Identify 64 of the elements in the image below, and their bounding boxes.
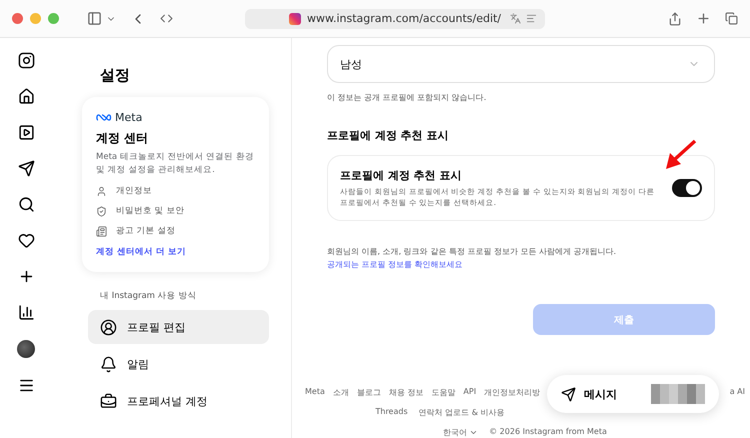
shield-icon: [96, 206, 107, 216]
section-label: 내 Instagram 사용 방식: [100, 290, 198, 302]
instagram-icon: [288, 12, 301, 24]
footer-link[interactable]: Meta: [305, 387, 325, 398]
chevron-icon: [469, 428, 478, 437]
footer-link[interactable]: 개인정보처리방: [484, 387, 540, 398]
card-title: 계정 센터: [96, 130, 150, 147]
pointer-arrow: [664, 138, 698, 172]
instagram-icon[interactable]: [18, 52, 34, 69]
card-item[interactable]: 비밀번호 및 보안: [116, 205, 184, 217]
share-icon[interactable]: [668, 12, 682, 26]
avatar-icon[interactable]: [17, 340, 35, 358]
briefcase-icon: [100, 392, 117, 410]
footer-link[interactable]: 소개: [332, 387, 349, 398]
settings-item[interactable]: 알림: [88, 347, 269, 381]
ad-icon: [96, 226, 107, 236]
address-bar[interactable]: www.instagram.com/accounts/edit/: [245, 8, 545, 28]
footer-link[interactable]: 채용 정보: [388, 387, 424, 398]
card-item[interactable]: 광고 기본 설정: [116, 225, 176, 237]
blurred-avatars: [651, 384, 705, 404]
footer-link[interactable]: API: [463, 387, 476, 398]
toggle-switch[interactable]: [672, 179, 702, 198]
language-select[interactable]: 한국어: [443, 427, 478, 438]
meta-logo-icon: [96, 113, 112, 122]
send-icon: [561, 386, 576, 402]
copyright-text: © 2026 Instagram from Meta: [489, 427, 607, 438]
gender-note: 이 정보는 공개 프로필에 포함되지 않습니다.: [327, 92, 488, 104]
heart-icon[interactable]: [18, 232, 34, 249]
close-button[interactable]: [12, 13, 23, 24]
footer-link[interactable]: 도움말: [431, 387, 456, 398]
card-item[interactable]: 개인정보: [116, 185, 152, 197]
menu-icon[interactable]: [18, 377, 34, 394]
search-icon[interactable]: [18, 196, 34, 213]
gender-select[interactable]: 남성: [327, 45, 715, 84]
footer-link[interactable]: a AI: [730, 387, 745, 398]
sidebar-icon[interactable]: [87, 11, 102, 26]
public-info-note: 회원님의 이름, 소개, 링크와 같은 특정 프로필 정보가 모든 사람에게 공개됩니다. 공개되는 프로필 정보를 확인해보세요: [327, 246, 618, 272]
new-tab-icon[interactable]: [696, 11, 711, 26]
messages-label: 메시지: [584, 386, 618, 402]
chart-icon[interactable]: [18, 304, 34, 321]
footer-link[interactable]: 블로그: [356, 387, 381, 398]
section-heading: 프로필에 계정 추천 표시: [327, 128, 450, 144]
play-icon[interactable]: [18, 124, 34, 141]
accounts-center-link[interactable]: 계정 센터에서 더 보기: [96, 246, 259, 258]
reader-icon[interactable]: [526, 13, 537, 24]
footer-link[interactable]: Threads: [375, 407, 408, 418]
meta-brand: Meta: [115, 111, 142, 124]
tabs-icon[interactable]: [725, 12, 738, 25]
profile-icon: [100, 318, 117, 336]
home-icon[interactable]: [18, 88, 34, 105]
suggestion-title: 프로필에 계정 추천 표시: [340, 168, 462, 184]
footer-link[interactable]: 연락처 업로드 & 비사용: [418, 407, 504, 418]
url-text: www.instagram.com/accounts/edit/: [306, 12, 502, 25]
card-description: Meta 테크놀로지 전반에서 연결된 환경 및 계정 설정을 관리해보세요.: [96, 151, 255, 177]
person-icon: [96, 186, 107, 196]
settings-title: 설정: [100, 66, 131, 85]
bell-icon: [100, 356, 117, 372]
public-info-link[interactable]: 공개되는 프로필 정보를 확인해보세요: [327, 260, 463, 270]
messages-popup[interactable]: 메시지: [547, 375, 719, 413]
settings-item[interactable]: 프로필 편집: [88, 310, 269, 344]
code-icon[interactable]: [160, 12, 173, 25]
translate-icon[interactable]: [510, 13, 521, 24]
send-icon[interactable]: [18, 160, 34, 177]
settings-item[interactable]: 프로페셔널 계정: [88, 384, 269, 418]
